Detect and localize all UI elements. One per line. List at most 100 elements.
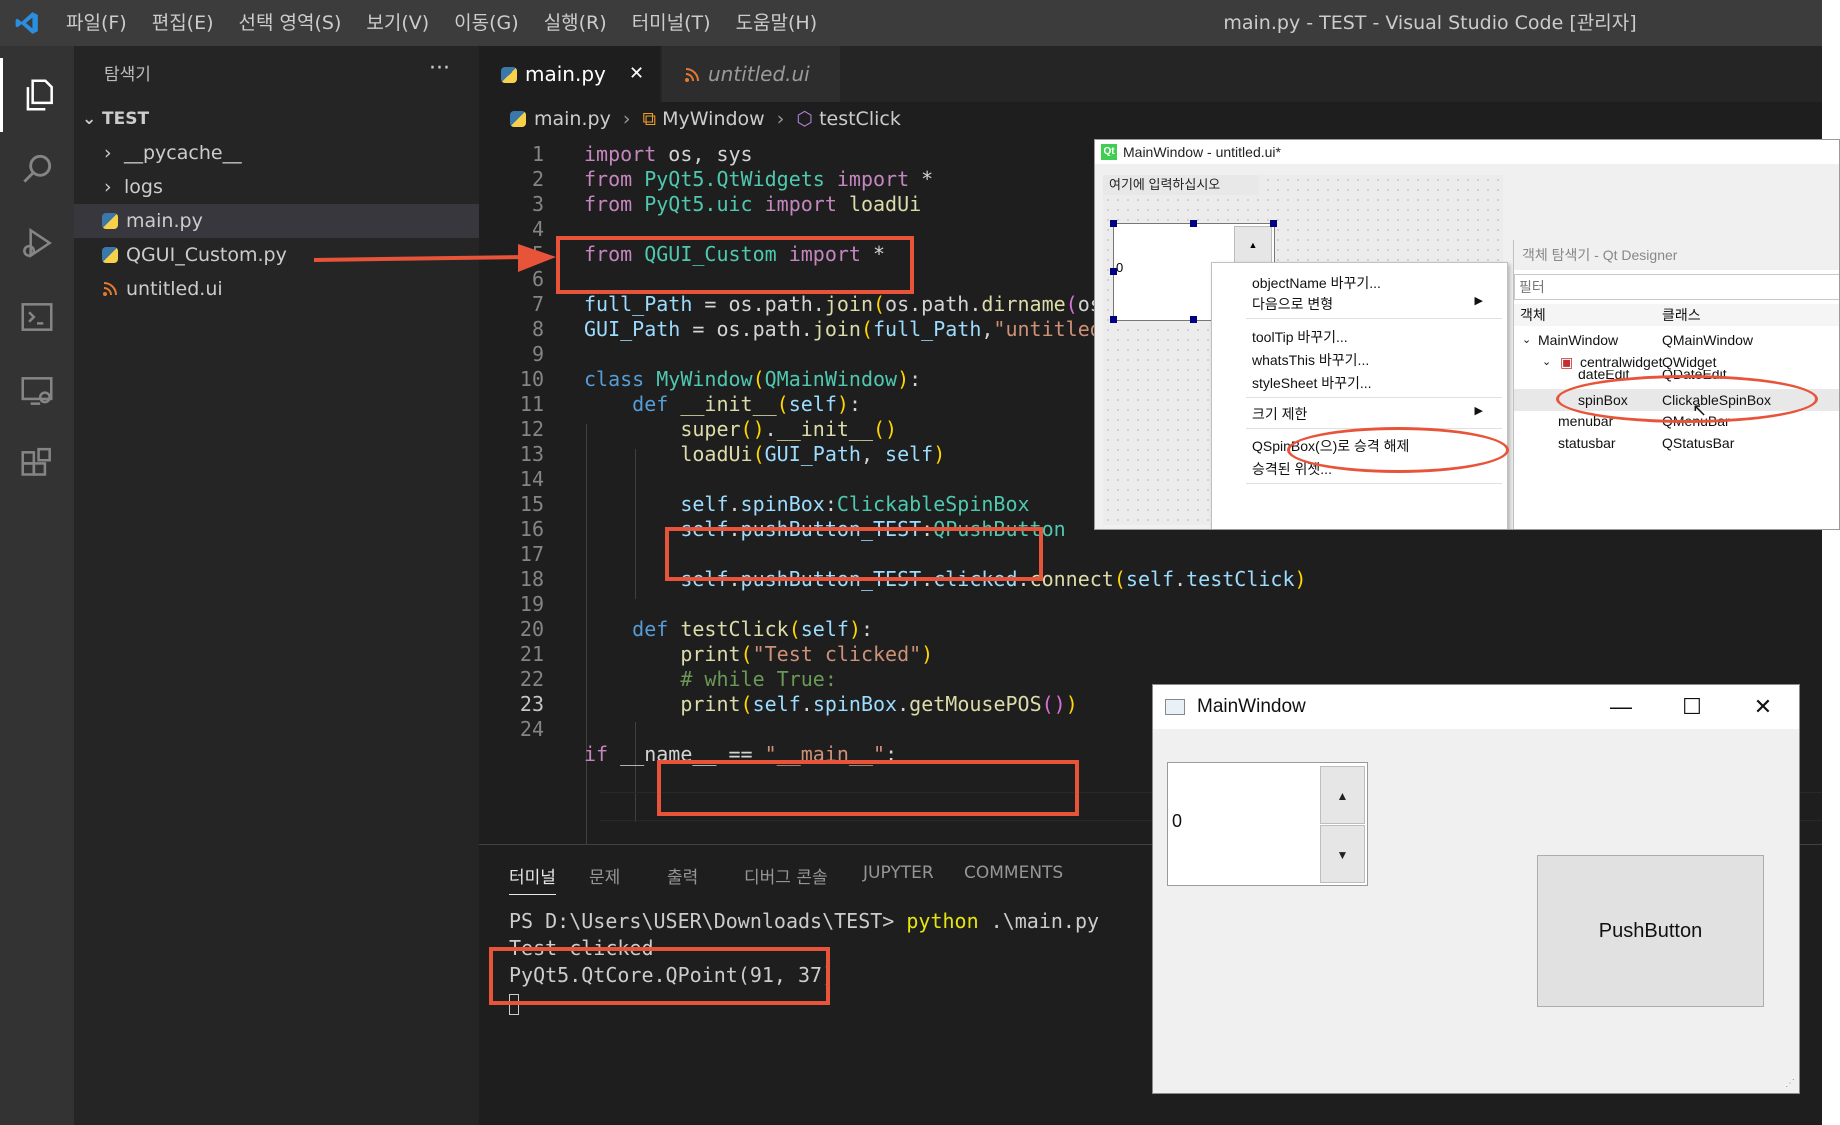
tree-item-pycache[interactable]: › __pycache__ [74, 136, 479, 170]
highlight-print-box [657, 760, 1079, 816]
menu-run[interactable]: 실행(R) [544, 0, 607, 46]
tab-output[interactable]: 출력 [667, 863, 698, 888]
chevron-right-icon: › [776, 108, 785, 130]
ui-file-icon [103, 282, 117, 296]
terminal-icon[interactable] [0, 280, 74, 354]
designer-title-bar: Qt MainWindow - untitled.ui* [1095, 140, 1839, 164]
menu-item-label: 다음으로 변형 [1252, 296, 1334, 312]
menu-separator [1246, 318, 1502, 319]
clickable-spinbox[interactable]: 0 ▲ ▼ [1167, 762, 1368, 886]
tab-jupyter[interactable]: JUPYTER [863, 863, 934, 883]
chevron-down-icon: ⌄ [82, 109, 97, 129]
python-file-icon [102, 213, 118, 229]
breadcrumb-file[interactable]: main.py [534, 108, 611, 130]
method-symbol-icon: ⬡ [796, 108, 814, 130]
mainwindow-app: MainWindow — ☐ ✕ 0 ▲ ▼ PushButton ⋰ [1152, 684, 1800, 1094]
close-icon[interactable]: ✕ [629, 46, 644, 102]
remote-explorer-icon[interactable] [0, 354, 74, 428]
column-class[interactable]: 클래스 [1662, 304, 1701, 326]
search-icon[interactable] [0, 132, 74, 206]
object-class: QStatusBar [1662, 435, 1735, 451]
spin-up-arrow-icon[interactable]: ▲ [1234, 226, 1272, 264]
selection-handle[interactable] [1190, 220, 1197, 227]
tab-debug-console[interactable]: 디버그 콘솔 [744, 863, 828, 888]
menu-item-label: 크기 제한 [1252, 406, 1308, 422]
filter-input[interactable]: 필터 [1514, 274, 1839, 300]
tree-item-label: __pycache__ [124, 142, 242, 164]
menu-help[interactable]: 도움말(H) [736, 0, 818, 46]
python-file-icon [102, 247, 118, 263]
breadcrumb-method[interactable]: testClick [819, 108, 901, 130]
tab-main-py[interactable]: main.py ✕ [479, 46, 660, 102]
selection-handle[interactable] [1110, 220, 1117, 227]
spin-up-arrow-icon[interactable]: ▲ [1320, 766, 1365, 824]
tab-untitled-ui[interactable]: untitled.ui [662, 46, 840, 102]
menu-terminal[interactable]: 터미널(T) [632, 0, 711, 46]
object-inspector-title: 객체 탐색기 - Qt Designer [1514, 240, 1839, 270]
tab-problems[interactable]: 문제 [589, 863, 620, 888]
menu-item-change-whatsthis[interactable]: whatsThis 바꾸기... [1252, 350, 1369, 370]
menu-file[interactable]: 파일(F) [66, 0, 127, 46]
run-debug-icon[interactable] [0, 206, 74, 280]
window-icon [1165, 699, 1185, 715]
menu-edit[interactable]: 편집(E) [152, 0, 214, 46]
workspace-root[interactable]: ⌄ TEST [74, 102, 479, 136]
selection-handle[interactable] [1110, 268, 1117, 275]
tab-terminal[interactable]: 터미널 [509, 863, 556, 895]
menu-go[interactable]: 이동(G) [454, 0, 519, 46]
minimize-icon[interactable]: — [1591, 685, 1651, 729]
breadcrumb: main.py › ⧉ MyWindow › ⬡ testClick [510, 104, 901, 134]
maximize-icon[interactable]: ☐ [1662, 685, 1722, 729]
menu-item-morph-into[interactable]: 다음으로 변형 ▶ [1252, 294, 1497, 314]
resize-grip-icon[interactable]: ⋰ [1785, 1078, 1795, 1089]
mainwindow-title: MainWindow [1197, 696, 1306, 717]
highlight-spinbox-oval [1556, 375, 1818, 423]
spinbox-value[interactable]: 0 [1172, 811, 1182, 832]
menu-selection[interactable]: 선택 영역(S) [239, 0, 342, 46]
object-inspector: 객체 탐색기 - Qt Designer 필터 객체 클래스 ⌄ MainWin… [1513, 240, 1839, 529]
menu-item-change-objectname[interactable]: objectName 바꾸기... [1252, 273, 1381, 293]
submenu-arrow-icon: ▶ [1474, 405, 1483, 417]
submenu-arrow-icon: ▶ [1474, 295, 1483, 307]
object-class: QMainWindow [1662, 332, 1754, 348]
terminal-command: python [906, 909, 979, 933]
menu-view[interactable]: 보기(V) [366, 0, 429, 46]
terminal-args: .\main.py [978, 909, 1100, 933]
object-name: statusbar [1558, 435, 1616, 451]
tree-item-main-py[interactable]: main.py [74, 204, 479, 238]
object-inspector-header: 객체 클래스 [1514, 304, 1839, 326]
close-icon[interactable]: ✕ [1733, 685, 1793, 729]
tree-item-logs[interactable]: › logs [74, 170, 479, 204]
menu-separator [1246, 483, 1502, 484]
menu-item-change-stylesheet[interactable]: styleSheet 바꾸기... [1252, 373, 1372, 393]
column-object[interactable]: 객체 [1520, 304, 1546, 326]
window-title: main.py - TEST - Visual Studio Code [관리자… [1223, 12, 1637, 34]
explorer-title: 탐색기 [104, 65, 151, 85]
designer-menu-placeholder[interactable]: 여기에 입력하십시오 [1103, 175, 1259, 195]
title-bar: 파일(F) 편집(E) 선택 영역(S) 보기(V) 이동(G) 실행(R) 터… [0, 0, 1822, 46]
menu-item-change-tooltip[interactable]: toolTip 바꾸기... [1252, 327, 1348, 347]
push-button[interactable]: PushButton [1537, 855, 1764, 1007]
vscode-logo-icon [15, 12, 38, 34]
explorer-icon[interactable] [0, 58, 74, 132]
tree-item-label: logs [124, 176, 163, 198]
selection-handle[interactable] [1270, 220, 1277, 227]
tab-comments[interactable]: COMMENTS [964, 863, 1063, 883]
chevron-right-icon: › [104, 176, 112, 198]
selection-handle[interactable] [1110, 316, 1117, 323]
menu-bar: 파일(F) 편집(E) 선택 영역(S) 보기(V) 이동(G) 실행(R) 터… [66, 0, 842, 46]
more-actions-icon[interactable]: ··· [429, 56, 450, 81]
breadcrumb-class[interactable]: MyWindow [662, 108, 765, 130]
selection-handle[interactable] [1190, 316, 1197, 323]
spin-down-arrow-icon[interactable]: ▼ [1320, 825, 1365, 883]
menu-item-size-constraints[interactable]: 크기 제한 ▶ [1252, 404, 1497, 424]
ui-file-icon [685, 68, 699, 82]
chevron-right-icon: › [104, 142, 112, 164]
chevron-right-icon: › [622, 108, 631, 130]
workspace-root-label: TEST [102, 109, 150, 129]
annotation-arrow [313, 244, 556, 272]
tree-row-mainwindow[interactable]: ⌄ MainWindow QMainWindow [1514, 329, 1839, 351]
extensions-icon[interactable] [0, 428, 74, 502]
highlight-output-box [489, 947, 830, 1005]
tree-row-statusbar[interactable]: statusbar QStatusBar [1514, 432, 1839, 454]
